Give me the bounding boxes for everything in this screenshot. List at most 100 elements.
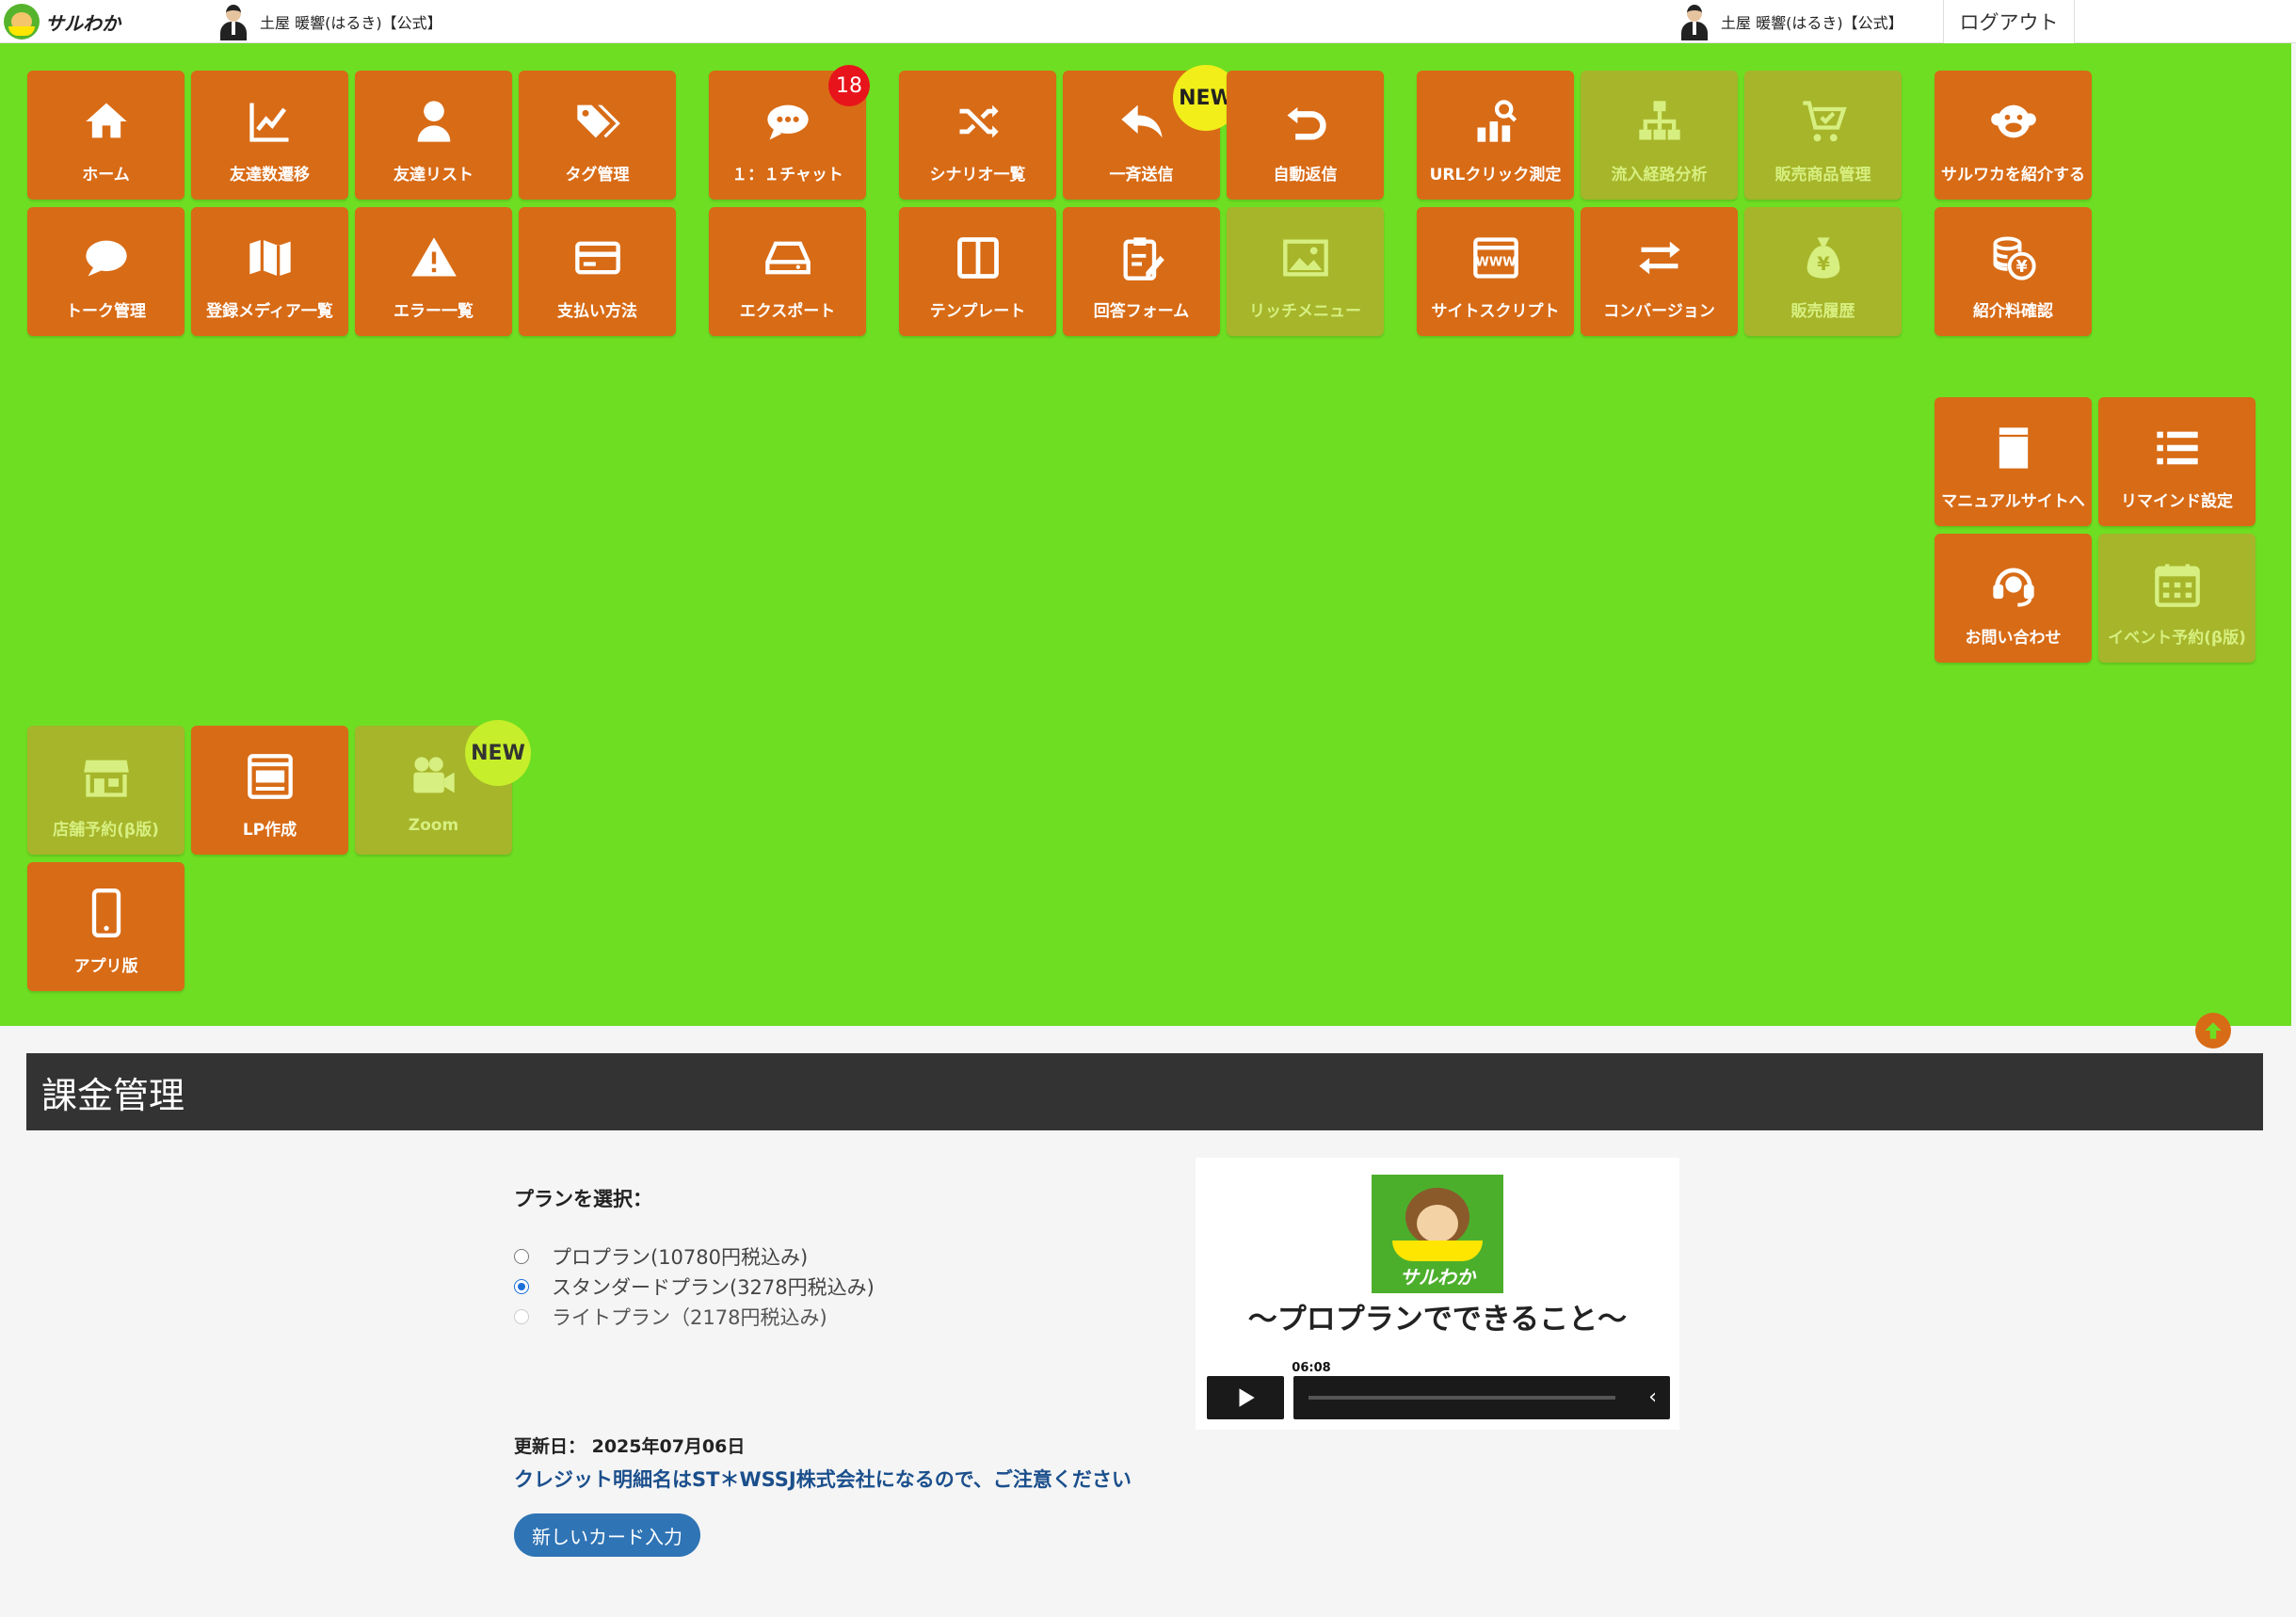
tile-label: サイトスクリプト xyxy=(1431,302,1560,321)
tile-introduce[interactable]: サルワカを紹介する xyxy=(1935,71,2092,200)
tile-contact[interactable]: お問い合わせ xyxy=(1935,534,2092,663)
account-name: 土屋 暖響(はるき)【公式】 xyxy=(260,14,442,32)
radio-pro[interactable] xyxy=(514,1249,529,1264)
plan-option-pro[interactable]: プロプラン(10780円税込み) xyxy=(514,1242,808,1271)
account-switcher[interactable]: 土屋 暖響(はるき)【公式】 xyxy=(217,2,442,41)
unread-badge: 18 xyxy=(828,65,870,106)
tile-label: タグ管理 xyxy=(565,166,630,184)
tile-app-version[interactable]: アプリ版 xyxy=(27,862,185,991)
plan-select-label: プランを選択： xyxy=(514,1188,652,1210)
home-icon xyxy=(80,95,133,148)
tile-label: Zoom xyxy=(408,816,459,835)
svg-text:¥: ¥ xyxy=(1817,253,1830,275)
tile-answer-form[interactable]: 回答フォーム xyxy=(1063,207,1220,336)
tile-talk-manage[interactable]: トーク管理 xyxy=(27,207,185,336)
plan-label: プロプラン(10780円税込み) xyxy=(552,1246,809,1269)
svg-text:¥: ¥ xyxy=(2015,258,2027,277)
credit-notice: クレジット明細名はST＊WSSJ株式会社になるので、ご注意ください xyxy=(514,1468,1132,1491)
tile-lp-create[interactable]: LP作成 xyxy=(191,726,348,855)
top-bar: サルわか 土屋 暖響(はるき)【公式】 土屋 暖響(はるき)【公式】 ログアウト xyxy=(0,0,2296,43)
user-icon xyxy=(408,95,460,148)
tile-media-list[interactable]: 登録メディア一覧 xyxy=(191,207,348,336)
tile-label: 販売履歴 xyxy=(1790,302,1855,321)
tile-label: トーク管理 xyxy=(66,302,146,321)
plan-option-light[interactable]: ライトプラン（2178円税込み) xyxy=(514,1303,827,1331)
tile-rich-menu[interactable]: リッチメニュー xyxy=(1227,207,1384,336)
tile-store-reserve[interactable]: 店舗予約(β版) xyxy=(27,726,185,855)
video-player[interactable]: サルわか 〜プロプランでできること〜 06:08 ‹ xyxy=(1196,1158,1679,1430)
tile-label: 回答フォーム xyxy=(1093,302,1190,321)
tile-conversion[interactable]: コンバージョン xyxy=(1581,207,1738,336)
tile-url-click[interactable]: URLクリック測定 xyxy=(1417,71,1574,200)
tile-event-reserve[interactable]: イベント予約(β版) xyxy=(2098,534,2256,663)
radio-light[interactable] xyxy=(514,1309,529,1324)
arrow-up-icon xyxy=(2205,1022,2222,1039)
chevron-left-icon[interactable]: ‹ xyxy=(1648,1385,1657,1409)
app-logo[interactable]: サルわか xyxy=(4,4,120,40)
tile-label: お問い合わせ xyxy=(1965,629,2062,648)
tile-scenario-list[interactable]: シナリオ一覧 xyxy=(899,71,1056,200)
progress-track[interactable] xyxy=(1309,1396,1615,1400)
progress-bar[interactable]: ‹ xyxy=(1293,1376,1670,1419)
image-icon xyxy=(1279,232,1332,284)
tile-label: エクスポート xyxy=(739,302,836,321)
tile-referral-fee[interactable]: ¥ 紹介料確認 xyxy=(1935,207,2092,336)
tile-site-script[interactable]: WWW サイトスクリプト xyxy=(1417,207,1574,336)
store-icon xyxy=(80,750,133,803)
tile-label: 支払い方法 xyxy=(557,302,637,321)
tile-label: リッチメニュー xyxy=(1249,302,1361,321)
video-camera-icon xyxy=(408,750,460,803)
tile-label: 店舗予約(β版) xyxy=(53,821,159,840)
tile-payment-method[interactable]: 支払い方法 xyxy=(519,207,676,336)
tile-broadcast[interactable]: 一斉送信 NEW xyxy=(1063,65,1239,200)
shuffle-icon xyxy=(952,95,1004,148)
radio-standard[interactable] xyxy=(514,1279,529,1294)
tile-chat[interactable]: １：１チャット 18 xyxy=(709,65,870,200)
webpage-icon xyxy=(244,750,297,803)
tile-friend-list[interactable]: 友達リスト xyxy=(355,71,512,200)
tile-label: マニュアルサイトへ xyxy=(1941,492,2085,511)
plan-option-standard[interactable]: スタンダードプラン(3278円税込み) xyxy=(514,1273,875,1301)
smartphone-icon xyxy=(80,887,133,939)
monkey-icon xyxy=(1987,95,2040,148)
avatar xyxy=(217,3,250,40)
scroll-top-button[interactable] xyxy=(2195,1013,2231,1049)
undo-icon xyxy=(1279,95,1332,148)
tile-template[interactable]: テンプレート xyxy=(899,207,1056,336)
tile-label: 販売商品管理 xyxy=(1774,166,1871,184)
tile-label: アプリ版 xyxy=(73,957,138,976)
menu-panel: ホーム 友達数遷移 友達リスト タグ管理 １：１チャット 18 シナリオ一覧 一… xyxy=(0,43,2291,1049)
money-bag-icon: ¥ xyxy=(1797,232,1850,284)
tile-label: リマインド設定 xyxy=(2121,492,2233,511)
tile-zoom[interactable]: Zoom NEW xyxy=(355,720,531,855)
tile-label: 登録メディア一覧 xyxy=(206,302,333,321)
tile-manual-site[interactable]: マニュアルサイトへ xyxy=(1935,397,2092,526)
tile-label: エラー一覧 xyxy=(393,302,474,321)
tile-product-manage[interactable]: 販売商品管理 xyxy=(1744,71,1902,200)
tile-tag-manage[interactable]: タグ管理 xyxy=(519,71,676,200)
tile-label: 自動返信 xyxy=(1273,166,1338,184)
tile-label: LP作成 xyxy=(242,821,297,840)
tile-friend-trend[interactable]: 友達数遷移 xyxy=(191,71,348,200)
tile-home[interactable]: ホーム xyxy=(27,71,185,200)
book-icon xyxy=(1987,422,2040,474)
current-account[interactable]: 土屋 暖響(はるき)【公式】 xyxy=(1678,2,1903,41)
tile-label: サルワカを紹介する xyxy=(1941,166,2085,184)
chat-bubble-icon xyxy=(762,95,814,148)
tags-icon xyxy=(571,95,624,148)
new-card-button[interactable]: 新しいカード入力 xyxy=(514,1513,700,1557)
tile-label: １：１チャット xyxy=(731,166,843,184)
tile-sales-history[interactable]: ¥ 販売履歴 xyxy=(1744,207,1902,336)
logout-button[interactable]: ログアウト xyxy=(1943,0,2075,43)
tile-auto-reply[interactable]: 自動返信 xyxy=(1227,71,1384,200)
tile-label: シナリオ一覧 xyxy=(929,166,1026,184)
play-button[interactable] xyxy=(1207,1376,1284,1419)
cart-icon xyxy=(1797,95,1850,148)
calendar-icon xyxy=(2151,558,2204,611)
tile-export[interactable]: エクスポート xyxy=(709,207,866,336)
tile-inflow-analysis[interactable]: 流入経路分析 xyxy=(1581,71,1738,200)
plan-label: ライトプラン（2178円税込み) xyxy=(552,1306,827,1329)
tile-error-list[interactable]: エラー一覧 xyxy=(355,207,512,336)
tile-remind-setting[interactable]: リマインド設定 xyxy=(2098,397,2256,526)
coins-icon: ¥ xyxy=(1987,232,2040,284)
